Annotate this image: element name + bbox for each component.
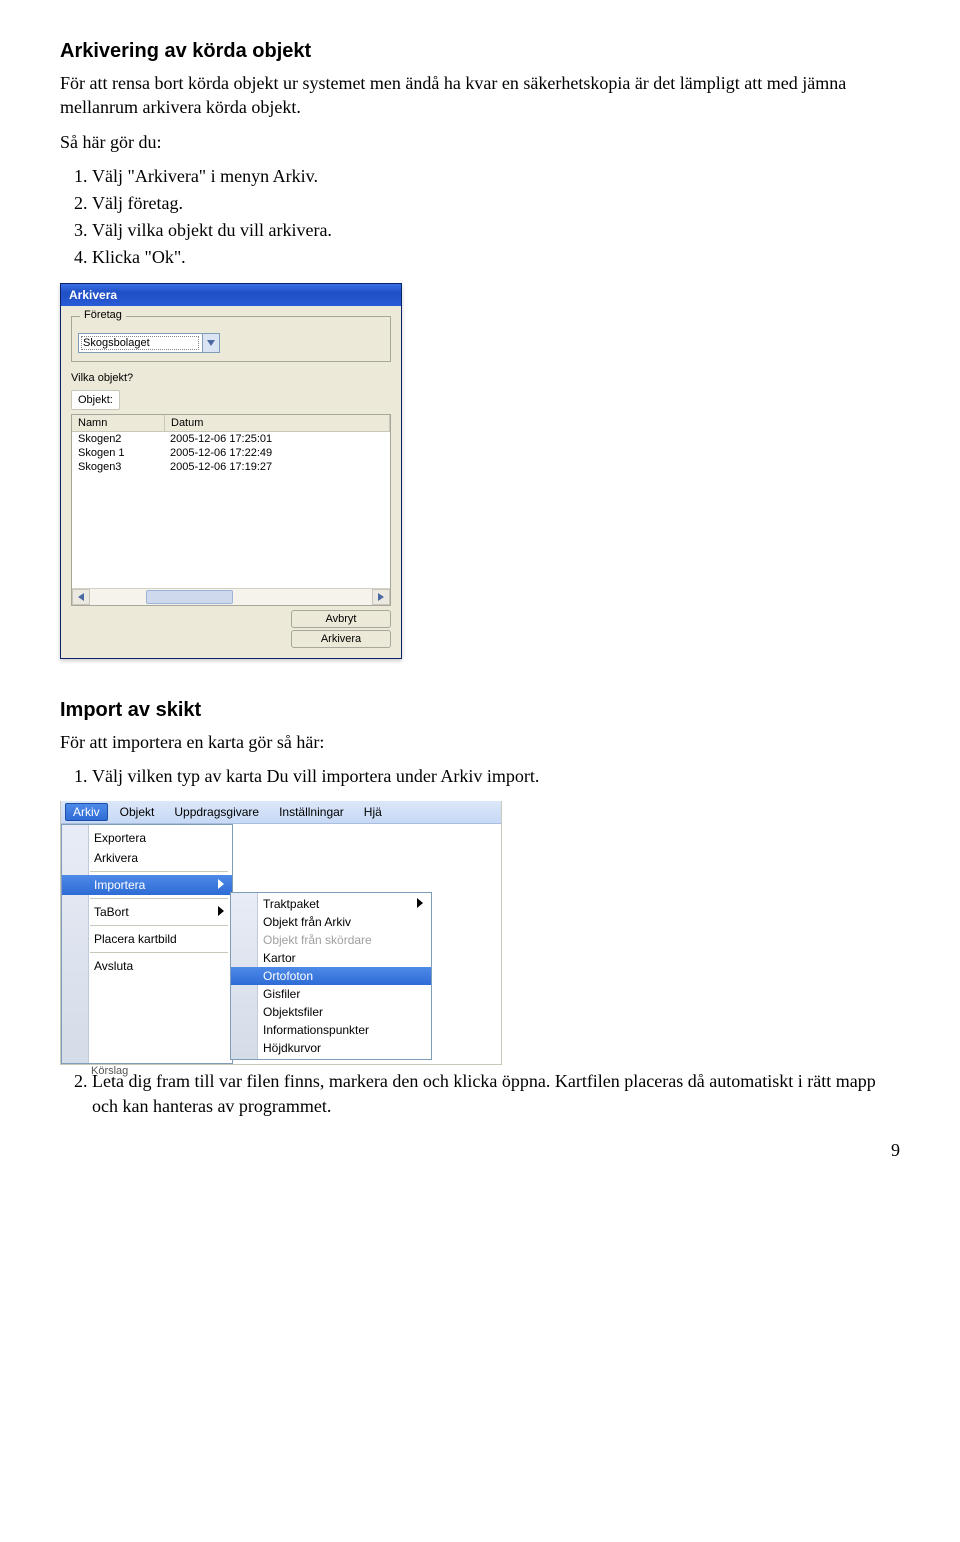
submenu-item-ortofoton[interactable]: Ortofoton: [231, 967, 431, 985]
menu-arkiv[interactable]: Arkiv: [65, 803, 108, 821]
scroll-right-button[interactable]: [372, 589, 390, 605]
step: Välj vilken typ av karta Du vill importe…: [92, 764, 900, 789]
submenu-label: Objektsfiler: [263, 1005, 323, 1019]
arkiv-dropdown: Exportera Arkivera Importera TaBort: [61, 824, 233, 1064]
horizontal-scrollbar[interactable]: [72, 588, 390, 605]
menu-installningar[interactable]: Inställningar: [271, 803, 352, 821]
cancel-button[interactable]: Avbryt: [291, 610, 391, 628]
submenu-label: Ortofoton: [263, 969, 313, 983]
submenu-label: Informationspunkter: [263, 1023, 369, 1037]
step: Klicka "Ok".: [92, 245, 900, 270]
dropdown-item-placera[interactable]: Placera kartbild: [62, 929, 232, 949]
submenu-label: Traktpaket: [263, 897, 319, 911]
section1-heading: Arkivering av körda objekt: [60, 40, 900, 63]
company-combo[interactable]: Skogsbolaget: [78, 333, 220, 353]
objects-label: Objekt:: [71, 390, 120, 410]
list-item[interactable]: Skogen 1 2005-12-06 17:22:49: [72, 446, 390, 460]
dropdown-label: Avsluta: [94, 959, 133, 973]
submenu-item-gisfiler[interactable]: Gisfiler: [231, 985, 431, 1003]
dropdown-item-avsluta[interactable]: Avsluta: [62, 956, 232, 976]
dropdown-label: Exportera: [94, 831, 146, 845]
chevron-down-icon[interactable]: [202, 334, 219, 352]
archive-dialog: Arkivera Företag Skogsbolaget Vilka obje…: [60, 283, 402, 659]
which-objects-label: Vilka objekt?: [71, 372, 391, 384]
submenu-label: Objekt från Arkiv: [263, 915, 351, 929]
scroll-track[interactable]: [90, 589, 372, 605]
page-number: 9: [60, 1140, 900, 1161]
menu-uppdragsgivare[interactable]: Uppdragsgivare: [166, 803, 267, 821]
section2-intro: För att importera en karta gör så här:: [60, 730, 900, 754]
list-item[interactable]: Skogen2 2005-12-06 17:25:01: [72, 432, 390, 446]
section1-steps: Välj "Arkivera" i menyn Arkiv. Välj före…: [92, 164, 900, 271]
company-value: Skogsbolaget: [79, 337, 202, 349]
scroll-left-button[interactable]: [72, 589, 90, 605]
submenu-item-hojdkurvor[interactable]: Höjdkurvor: [231, 1039, 431, 1057]
dialog-title: Arkivera: [61, 284, 401, 306]
step: Välj vilka objekt du vill arkivera.: [92, 218, 900, 243]
section1-lead: Så här gör du:: [60, 130, 900, 154]
cell-name: Skogen3: [72, 460, 164, 474]
cell-date: 2005-12-06 17:22:49: [164, 446, 390, 460]
submenu-arrow-icon: [218, 905, 224, 919]
submenu-label: Objekt från skördare: [263, 933, 372, 947]
archive-button[interactable]: Arkivera: [291, 630, 391, 648]
dropdown-label: Arkivera: [94, 851, 138, 865]
step: Välj "Arkivera" i menyn Arkiv.: [92, 164, 900, 189]
dropdown-item-exportera[interactable]: Exportera: [62, 828, 232, 848]
scroll-thumb[interactable]: [146, 590, 233, 604]
submenu-item-objekt-arkiv[interactable]: Objekt från Arkiv: [231, 913, 431, 931]
section2-steps: Välj vilken typ av karta Du vill importe…: [92, 764, 900, 789]
importera-submenu: Traktpaket Objekt från Arkiv Objekt från…: [230, 892, 432, 1060]
company-group: Företag Skogsbolaget: [71, 316, 391, 362]
submenu-label: Gisfiler: [263, 987, 300, 1001]
col-header-name[interactable]: Namn: [72, 415, 165, 431]
step: Välj företag.: [92, 191, 900, 216]
menu-objekt[interactable]: Objekt: [112, 803, 163, 821]
background-item: Körslag: [61, 1064, 221, 1083]
cell-name: Skogen 1: [72, 446, 164, 460]
menu-hjalp[interactable]: Hjä: [356, 803, 390, 821]
cell-date: 2005-12-06 17:19:27: [164, 460, 390, 474]
dropdown-label: Placera kartbild: [94, 932, 177, 946]
dropdown-item-tabort[interactable]: TaBort: [62, 902, 232, 922]
col-header-date[interactable]: Datum: [165, 415, 390, 431]
menubar: Arkiv Objekt Uppdragsgivare Inställninga…: [61, 801, 501, 824]
objects-listbox[interactable]: Namn Datum Skogen2 2005-12-06 17:25:01 S…: [71, 414, 391, 606]
submenu-label: Kartor: [263, 951, 296, 965]
dropdown-item-arkivera[interactable]: Arkivera: [62, 848, 232, 868]
menu-screenshot: Arkiv Objekt Uppdragsgivare Inställninga…: [60, 801, 502, 1065]
cell-name: Skogen2: [72, 432, 164, 446]
company-group-label: Företag: [80, 309, 126, 321]
dropdown-label: Importera: [94, 878, 145, 892]
cell-date: 2005-12-06 17:25:01: [164, 432, 390, 446]
submenu-item-traktpaket[interactable]: Traktpaket: [231, 895, 431, 913]
section1-intro: För att rensa bort körda objekt ur syste…: [60, 71, 900, 120]
submenu-item-objekt-skordare: Objekt från skördare: [231, 931, 431, 949]
submenu-arrow-icon: [417, 897, 423, 911]
submenu-label: Höjdkurvor: [263, 1041, 321, 1055]
dropdown-item-importera[interactable]: Importera: [62, 875, 232, 895]
section2-heading: Import av skikt: [60, 699, 900, 722]
dropdown-label: TaBort: [94, 905, 129, 919]
submenu-arrow-icon: [218, 878, 224, 892]
submenu-item-objektsfiler[interactable]: Objektsfiler: [231, 1003, 431, 1021]
submenu-item-informationspunkter[interactable]: Informationspunkter: [231, 1021, 431, 1039]
list-header: Namn Datum: [72, 415, 390, 432]
submenu-item-kartor[interactable]: Kartor: [231, 949, 431, 967]
list-item[interactable]: Skogen3 2005-12-06 17:19:27: [72, 460, 390, 474]
